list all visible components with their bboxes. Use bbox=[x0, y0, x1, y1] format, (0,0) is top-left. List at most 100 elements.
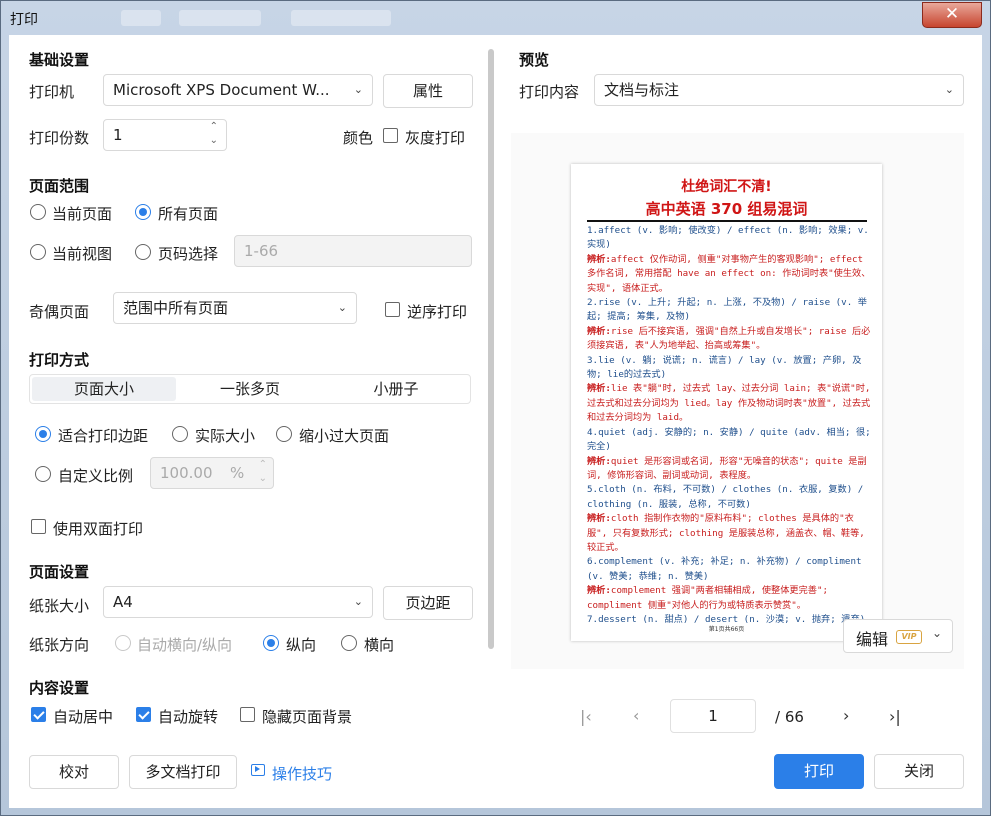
tab-page-size[interactable]: 页面大小 bbox=[32, 377, 176, 401]
step-down-icon[interactable]: ⌄ bbox=[210, 126, 218, 156]
reverse-print-checkbox[interactable] bbox=[385, 302, 400, 317]
window-title: 打印 bbox=[10, 12, 38, 28]
scale-value: 100.00 bbox=[160, 464, 213, 482]
doc-title-rule bbox=[587, 220, 867, 222]
landscape-label: 横向 bbox=[364, 636, 395, 654]
close-button[interactable]: 关闭 bbox=[874, 754, 964, 789]
tips-link[interactable]: 操作技巧 bbox=[272, 763, 332, 784]
preview-page: 杜绝词汇不清! 高中英语 370 组易混词 1.affect (v. 影响; 使… bbox=[571, 164, 882, 641]
print-content-label: 打印内容 bbox=[519, 83, 580, 101]
page-setup-heading: 页面设置 bbox=[29, 563, 90, 581]
fit-margins-radio[interactable] bbox=[35, 426, 51, 442]
title-bar[interactable]: 打印 ✕ bbox=[1, 1, 990, 35]
print-method-tabs: 页面大小 一张多页 小册子 bbox=[29, 374, 471, 404]
titlebar-ghost-text bbox=[291, 10, 391, 26]
print-dialog: 打印 ✕ 基础设置 打印机 Microsoft XPS Document W..… bbox=[0, 0, 991, 816]
dialog-client: 基础设置 打印机 Microsoft XPS Document W... ⌄ 属… bbox=[9, 35, 982, 808]
edit-button-label: 编辑 bbox=[856, 630, 889, 649]
auto-rotate-checkbox[interactable] bbox=[136, 707, 151, 722]
settings-scrollbar[interactable] bbox=[488, 49, 494, 649]
last-page-icon[interactable]: ›| bbox=[889, 707, 901, 726]
edit-button[interactable]: 编辑 VIP ⌄ bbox=[843, 619, 953, 653]
doc-entry-head: 4.quiet (adj. 安静的; n. 安静) / quite (adv. … bbox=[587, 426, 871, 453]
current-view-radio[interactable] bbox=[30, 244, 46, 260]
scale-input[interactable]: 100.00 % ⌃ ⌄ bbox=[150, 457, 274, 489]
copies-label: 打印份数 bbox=[29, 129, 90, 147]
custom-scale-radio[interactable] bbox=[35, 466, 51, 482]
doc-entry-note: 辨析:complement 强调"两者相辅相成, 使整体更完善"; compli… bbox=[587, 585, 829, 611]
page-number-input[interactable]: 1 bbox=[670, 699, 756, 733]
printer-select-value: Microsoft XPS Document W... bbox=[113, 81, 330, 99]
vip-badge: VIP bbox=[896, 630, 922, 644]
titlebar-ghost-text bbox=[179, 10, 261, 26]
page-range-heading: 页面范围 bbox=[29, 177, 90, 195]
next-page-icon[interactable]: › bbox=[843, 706, 849, 725]
shrink-large-radio[interactable] bbox=[276, 426, 292, 442]
odd-even-value: 范围中所有页面 bbox=[123, 299, 229, 317]
auto-rotate-label: 自动旋转 bbox=[158, 708, 219, 726]
auto-center-label: 自动居中 bbox=[53, 708, 114, 726]
doc-entry-note-label: 辨析: bbox=[587, 253, 611, 265]
printer-select[interactable]: Microsoft XPS Document W... ⌄ bbox=[103, 74, 373, 106]
doc-entry-note: 辨析:lie 表"躺"时, 过去式 lay、过去分词 lain; 表"说谎"时,… bbox=[587, 383, 871, 424]
duplex-checkbox[interactable] bbox=[31, 519, 46, 534]
doc-entry-head: 1.affect (v. 影响; 使改变) / effect (n. 影响; 效… bbox=[587, 225, 869, 251]
proofread-button[interactable]: 校对 bbox=[29, 755, 119, 789]
reverse-print-label: 逆序打印 bbox=[407, 303, 468, 321]
print-button[interactable]: 打印 bbox=[774, 754, 864, 789]
hide-bg-checkbox[interactable] bbox=[240, 707, 255, 722]
page-range-input[interactable]: 1-66 bbox=[234, 235, 472, 267]
copies-value: 1 bbox=[113, 126, 123, 144]
auto-orientation-label: 自动横向/纵向 bbox=[137, 636, 233, 654]
odd-even-label: 奇偶页面 bbox=[29, 303, 90, 321]
doc-entry-note: 辨析:quiet 是形容词或名词, 形容"无噪音的状态"; quite 是副词,… bbox=[587, 455, 867, 481]
page-select-label: 页码选择 bbox=[158, 245, 219, 263]
titlebar-ghost-text bbox=[121, 10, 161, 26]
hide-bg-label: 隐藏页面背景 bbox=[262, 708, 353, 726]
portrait-radio[interactable] bbox=[263, 635, 279, 651]
odd-even-select[interactable]: 范围中所有页面 ⌄ bbox=[113, 292, 357, 324]
color-label: 颜色 bbox=[343, 129, 374, 147]
paper-size-select[interactable]: A4 ⌄ bbox=[103, 586, 373, 618]
doc-entry-note-label: 辨析: bbox=[587, 585, 611, 597]
grayscale-label: 灰度打印 bbox=[405, 129, 466, 147]
play-video-icon[interactable] bbox=[251, 764, 265, 776]
grayscale-checkbox[interactable] bbox=[383, 128, 398, 143]
current-page-radio[interactable] bbox=[30, 204, 46, 220]
doc-entry-note-label: 辨析: bbox=[587, 455, 611, 467]
first-page-icon[interactable]: |‹ bbox=[580, 707, 592, 726]
doc-entry-note-label: 辨析: bbox=[587, 383, 611, 395]
total-pages: / 66 bbox=[775, 708, 804, 726]
doc-entry-head: 3.lie (v. 躺; 说谎; n. 谎言) / lay (v. 放置; 产卵… bbox=[587, 354, 862, 381]
page-select-radio[interactable] bbox=[135, 244, 151, 260]
duplex-label: 使用双面打印 bbox=[53, 520, 144, 538]
basic-settings-heading: 基础设置 bbox=[29, 51, 90, 69]
doc-entry-note: 辨析:cloth 指制作衣物的"原料布料"; clothes 是具体的"衣服",… bbox=[587, 513, 865, 553]
print-method-heading: 打印方式 bbox=[29, 351, 90, 369]
doc-entry-note: 辨析:affect 仅作动词, 侧重"对事物产生的客观影响"; effect 多… bbox=[587, 253, 871, 294]
chevron-down-icon: ⌄ bbox=[932, 626, 943, 640]
doc-entry-note: 辨析:rise 后不接宾语, 强调"自然上升或自发增长"; raise 后必须接… bbox=[587, 325, 871, 352]
scale-unit: % bbox=[230, 464, 245, 482]
all-pages-radio[interactable] bbox=[135, 204, 151, 220]
step-down-icon: ⌄ bbox=[258, 473, 267, 484]
prev-page-icon[interactable]: ‹ bbox=[633, 706, 639, 725]
tab-multi-page[interactable]: 一张多页 bbox=[178, 377, 322, 401]
actual-size-radio[interactable] bbox=[172, 426, 188, 442]
multi-doc-print-button[interactable]: 多文档打印 bbox=[129, 755, 237, 789]
window-close-button[interactable]: ✕ bbox=[922, 2, 982, 28]
properties-button[interactable]: 属性 bbox=[383, 74, 473, 108]
chevron-down-icon: ⌄ bbox=[337, 301, 347, 314]
doc-page-footer: 第1页共66页 bbox=[708, 626, 745, 633]
auto-center-checkbox[interactable] bbox=[31, 707, 46, 722]
content-setup-heading: 内容设置 bbox=[29, 679, 90, 697]
doc-entry-head: 5.cloth (n. 布料, 不可数) / clothes (n. 衣服, 复… bbox=[587, 484, 864, 510]
margins-button[interactable]: 页边距 bbox=[383, 586, 473, 620]
print-content-select[interactable]: 文档与标注 ⌄ bbox=[594, 74, 964, 106]
tab-booklet[interactable]: 小册子 bbox=[324, 377, 468, 401]
fit-margins-label: 适合打印边距 bbox=[58, 427, 149, 445]
landscape-radio[interactable] bbox=[341, 635, 357, 651]
paper-size-label: 纸张大小 bbox=[29, 597, 90, 615]
doc-body: 1.affect (v. 影响; 使改变) / effect (n. 影响; 效… bbox=[587, 224, 871, 627]
copies-stepper[interactable]: 1 ⌃ ⌄ bbox=[103, 119, 227, 151]
